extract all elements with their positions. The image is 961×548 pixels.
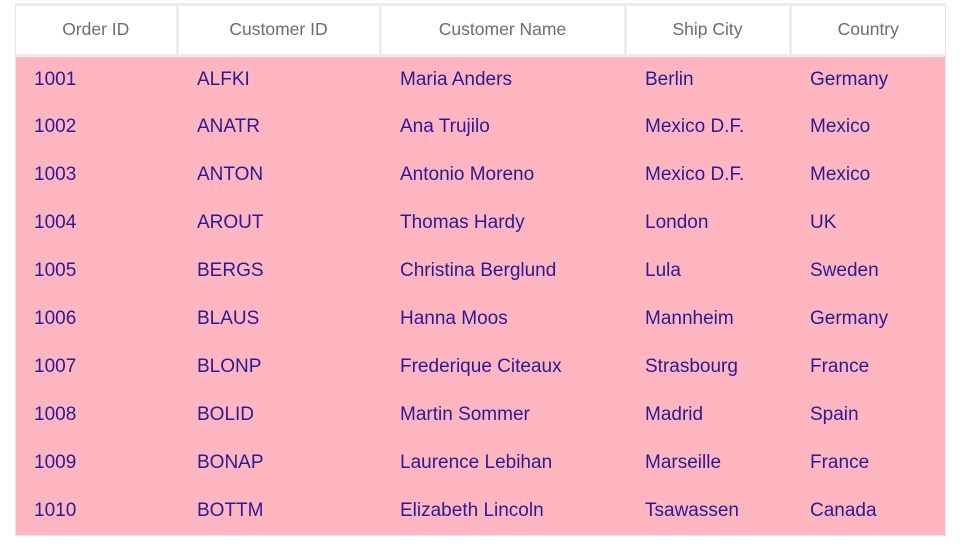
cell-country[interactable]: UK xyxy=(790,199,945,247)
cell-ship_city[interactable]: Tsawassen xyxy=(625,487,790,535)
table-row[interactable]: 1008 BOLID Martin Sommer Madrid Spain xyxy=(16,391,945,439)
cell-country[interactable]: Mexico xyxy=(790,103,945,151)
cell-ship_city[interactable]: Marseille xyxy=(625,439,790,487)
cell-customer_name[interactable]: Ana Trujilo xyxy=(380,103,625,151)
cell-customer_name[interactable]: Antonio Moreno xyxy=(380,151,625,199)
cell-country[interactable]: France xyxy=(790,439,945,487)
cell-customer_id[interactable]: BLAUS xyxy=(177,295,380,343)
cell-ship_city[interactable]: Strasbourg xyxy=(625,343,790,391)
table-row[interactable]: 1006 BLAUS Hanna Moos Mannheim Germany xyxy=(16,295,945,343)
cell-country[interactable]: France xyxy=(790,343,945,391)
cell-order_id[interactable]: 1006 xyxy=(16,295,177,343)
table-row[interactable]: 1009 BONAP Laurence Lebihan Marseille France xyxy=(16,439,945,487)
data-grid-table: Order ID Customer ID Customer Name Ship … xyxy=(16,6,945,535)
cell-order_id[interactable]: 1002 xyxy=(16,103,177,151)
column-header-country[interactable]: Country xyxy=(790,6,945,57)
cell-country[interactable]: Germany xyxy=(790,295,945,343)
cell-customer_name[interactable]: Laurence Lebihan xyxy=(380,439,625,487)
data-grid-body: 1001 ALFKI Maria Anders Berlin Germany 1002 AN… xyxy=(16,55,945,535)
cell-ship_city[interactable]: Mannheim xyxy=(625,295,790,343)
cell-customer_id[interactable]: BOLID xyxy=(177,391,380,439)
cell-customer_id[interactable]: ANATR xyxy=(177,103,380,151)
column-header-customer-name[interactable]: Customer Name xyxy=(380,6,627,57)
cell-country[interactable]: Canada xyxy=(790,487,945,535)
cell-ship_city[interactable]: London xyxy=(625,199,790,247)
cell-order_id[interactable]: 1003 xyxy=(16,151,177,199)
column-header-ship-city[interactable]: Ship City xyxy=(625,6,792,57)
table-row[interactable]: 1004 AROUT Thomas Hardy London UK xyxy=(16,199,945,247)
cell-customer_name[interactable]: Elizabeth Lincoln xyxy=(380,487,625,535)
cell-customer_name[interactable]: Maria Anders xyxy=(380,55,625,103)
cell-country[interactable]: Sweden xyxy=(790,247,945,295)
cell-customer_name[interactable]: Thomas Hardy xyxy=(380,199,625,247)
data-grid-header: Order ID Customer ID Customer Name Ship … xyxy=(16,6,945,57)
cell-ship_city[interactable]: Mexico D.F. xyxy=(625,103,790,151)
cell-order_id[interactable]: 1005 xyxy=(16,247,177,295)
table-row[interactable]: 1001 ALFKI Maria Anders Berlin Germany xyxy=(16,55,945,103)
cell-customer_id[interactable]: BOTTM xyxy=(177,487,380,535)
cell-customer_id[interactable]: BLONP xyxy=(177,343,380,391)
table-row[interactable]: 1010 BOTTM Elizabeth Lincoln Tsawassen Canad… xyxy=(16,487,945,535)
table-row[interactable]: 1002 ANATR Ana Trujilo Mexico D.F. Mexico xyxy=(16,103,945,151)
cell-order_id[interactable]: 1010 xyxy=(16,487,177,535)
cell-ship_city[interactable]: Berlin xyxy=(625,55,790,103)
column-header-order-id[interactable]: Order ID xyxy=(16,6,179,57)
cell-ship_city[interactable]: Mexico D.F. xyxy=(625,151,790,199)
table-row[interactable]: 1007 BLONP Frederique Citeaux Strasbourg Fra… xyxy=(16,343,945,391)
cell-ship_city[interactable]: Lula xyxy=(625,247,790,295)
cell-country[interactable]: Mexico xyxy=(790,151,945,199)
cell-customer_id[interactable]: ALFKI xyxy=(177,55,380,103)
cell-customer_id[interactable]: AROUT xyxy=(177,199,380,247)
cell-customer_name[interactable]: Christina Berglund xyxy=(380,247,625,295)
column-header-customer-id[interactable]: Customer ID xyxy=(177,6,382,57)
cell-country[interactable]: Germany xyxy=(790,55,945,103)
cell-customer_id[interactable]: BONAP xyxy=(177,439,380,487)
cell-order_id[interactable]: 1004 xyxy=(16,199,177,247)
cell-country[interactable]: Spain xyxy=(790,391,945,439)
cell-customer_name[interactable]: Hanna Moos xyxy=(380,295,625,343)
table-row[interactable]: 1003 ANTON Antonio Moreno Mexico D.F. Mexico xyxy=(16,151,945,199)
table-row[interactable]: 1005 BERGS Christina Berglund Lula Sweden xyxy=(16,247,945,295)
header-row: Order ID Customer ID Customer Name Ship … xyxy=(16,6,945,57)
cell-customer_id[interactable]: BERGS xyxy=(177,247,380,295)
cell-ship_city[interactable]: Madrid xyxy=(625,391,790,439)
cell-customer_id[interactable]: ANTON xyxy=(177,151,380,199)
cell-order_id[interactable]: 1009 xyxy=(16,439,177,487)
cell-customer_name[interactable]: Frederique Citeaux xyxy=(380,343,625,391)
cell-customer_name[interactable]: Martin Sommer xyxy=(380,391,625,439)
cell-order_id[interactable]: 1007 xyxy=(16,343,177,391)
data-grid[interactable]: Order ID Customer ID Customer Name Ship … xyxy=(15,3,946,536)
cell-order_id[interactable]: 1008 xyxy=(16,391,177,439)
cell-order_id[interactable]: 1001 xyxy=(16,55,177,103)
